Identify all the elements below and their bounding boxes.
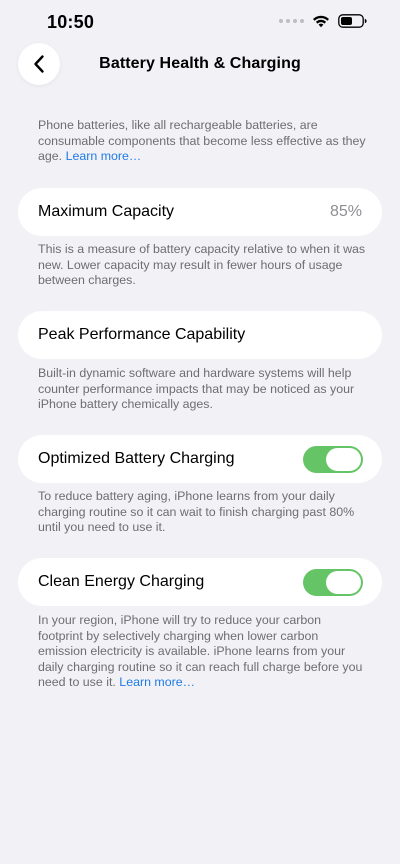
page-title: Battery Health & Charging [99,55,301,72]
battery-health-screen: 10:50 Battery Health & Charging Phone ba… [0,0,400,864]
peak-performance-label: Peak Performance Capability [38,326,246,343]
maximum-capacity-label: Maximum Capacity [38,203,175,220]
status-icons [279,14,368,28]
clean-energy-note: In your region, iPhone will try to reduc… [38,613,368,691]
status-bar: 10:50 [0,0,400,46]
clean-energy-body: In your region, iPhone will try to reduc… [38,613,363,689]
clean-energy-toggle[interactable] [303,569,363,596]
battery-icon [338,14,367,28]
learn-more-link[interactable]: Learn more… [66,149,142,163]
optimized-charging-row: Optimized Battery Charging [18,435,382,483]
maximum-capacity-note: This is a measure of battery capacity re… [38,242,366,287]
cellular-dots-icon [279,19,304,23]
status-time: 10:50 [47,12,95,32]
optimized-charging-note: To reduce battery aging, iPhone learns f… [38,489,355,534]
maximum-capacity-value: 85% [329,203,362,220]
clean-energy-label: Clean Energy Charging [38,573,205,590]
clean-energy-learn-more-link[interactable]: Learn more… [119,675,195,689]
optimized-charging-label: Optimized Battery Charging [38,450,235,467]
peak-performance-row[interactable]: Peak Performance Capability [18,311,382,359]
toggle-knob [326,448,361,471]
intro-text: Phone batteries, like all rechargeable b… [38,118,368,165]
optimized-charging-toggle[interactable] [303,446,363,473]
clean-energy-row: Clean Energy Charging [18,558,382,606]
toggle-knob [326,571,361,594]
wifi-icon [313,15,329,28]
maximum-capacity-row: Maximum Capacity 85% [18,188,382,236]
peak-performance-note: Built-in dynamic software and hardware s… [38,366,355,411]
